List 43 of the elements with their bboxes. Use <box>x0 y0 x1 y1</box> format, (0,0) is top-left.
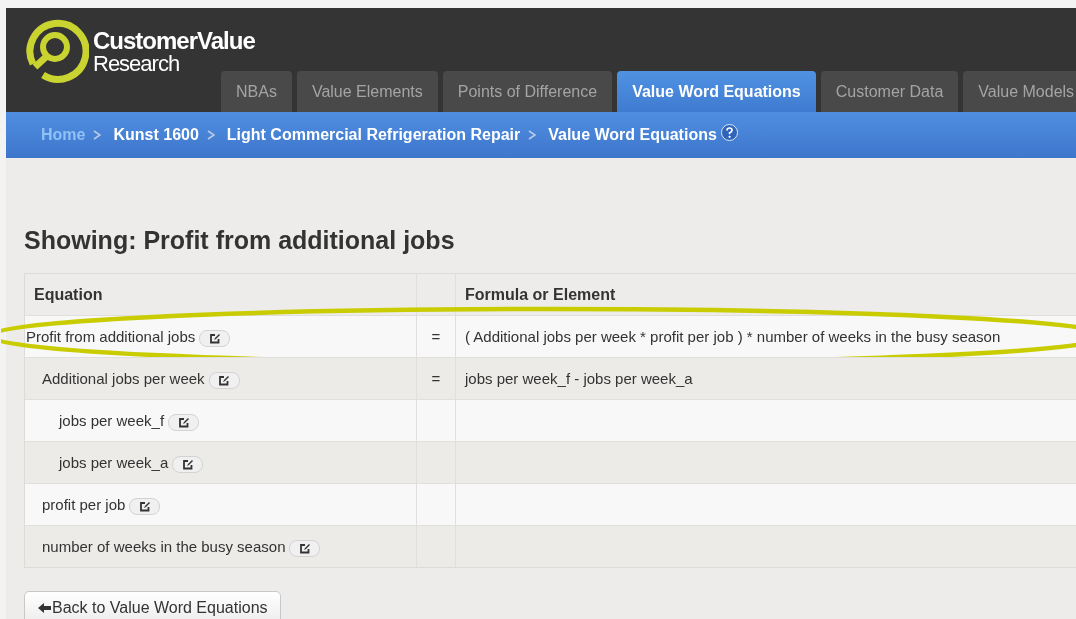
edit-button[interactable] <box>168 413 200 431</box>
equation-name: jobs per week_a <box>59 454 169 471</box>
column-header: Formula or Element <box>464 285 616 304</box>
equation-name: Profit from additional jobs <box>26 328 196 345</box>
edit-icon <box>299 542 311 554</box>
edit-button[interactable] <box>199 329 231 347</box>
edit-button[interactable] <box>208 371 240 389</box>
equation-name: profit per job <box>42 496 126 513</box>
edit-button[interactable] <box>172 455 204 473</box>
brand-subtitle: Research <box>93 53 181 75</box>
breadcrumb-link[interactable]: Kunst 1600 <box>113 126 199 144</box>
edit-button[interactable] <box>289 539 321 557</box>
chevron-icon <box>93 130 102 140</box>
equation-name: jobs per week_f <box>59 412 165 429</box>
nav-tab[interactable]: NBAs <box>221 71 292 112</box>
breadcrumb-link[interactable]: Value Word Equations <box>548 126 717 144</box>
edit-icon <box>181 458 194 470</box>
nav-tab[interactable]: Value Word Equations <box>617 71 816 112</box>
magnifier-logo-icon <box>23 18 89 84</box>
nav-tab[interactable]: Customer Data <box>820 71 959 112</box>
help-icon[interactable] <box>720 123 738 141</box>
breadcrumb-link[interactable]: Light Commercial Refrigeration Repair <box>226 126 521 144</box>
left-arrow-icon <box>38 603 51 613</box>
edit-icon <box>218 374 231 386</box>
nav-tab[interactable]: Points of Difference <box>442 71 613 112</box>
edit-icon <box>138 500 151 512</box>
formula-text: ( Additional jobs per week * profit per job ) * number of weeks in the busy season <box>465 328 1001 345</box>
chevron-icon <box>206 130 215 140</box>
chevron-icon <box>528 130 537 140</box>
back-button[interactable]: Back to Value Word Equations <box>24 591 281 619</box>
breadcrumb-link[interactable]: Home <box>41 126 86 144</box>
formula-text: jobs per week_f - jobs per week_a <box>465 370 693 387</box>
edit-icon <box>208 332 221 344</box>
brand-name: CustomerValue <box>93 29 255 53</box>
equals-sign: = <box>431 328 441 345</box>
edit-button[interactable] <box>129 497 161 515</box>
equation-name: number of weeks in the busy season <box>42 538 286 555</box>
equals-sign: = <box>431 370 441 387</box>
page-heading: Showing: Profit from additional jobs <box>24 226 456 255</box>
edit-icon <box>177 416 190 428</box>
nav-tab[interactable]: Value Elements <box>296 71 438 112</box>
equation-name: Additional jobs per week <box>42 370 205 387</box>
nav-tab[interactable]: Value Models <box>963 71 1076 112</box>
